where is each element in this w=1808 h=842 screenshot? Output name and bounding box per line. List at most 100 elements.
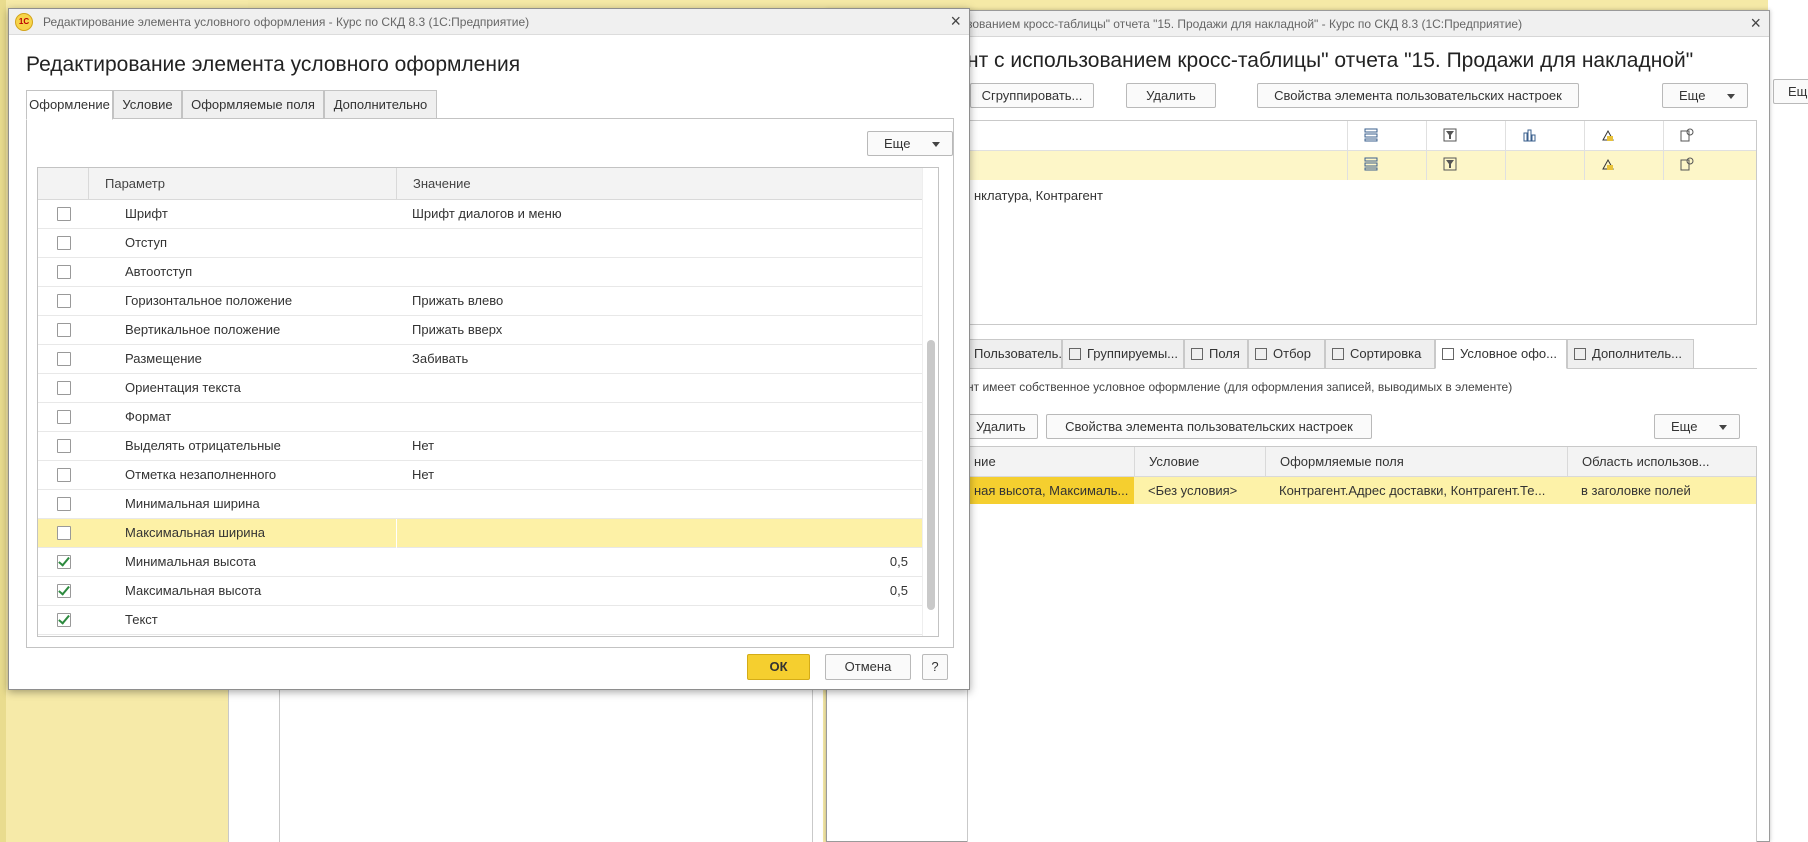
- grouping-icon: [1364, 157, 1378, 171]
- group-button[interactable]: Сгруппировать...: [970, 83, 1094, 108]
- right-more-button[interactable]: Ещ: [1773, 79, 1808, 104]
- checkbox[interactable]: [57, 410, 71, 424]
- checkbox[interactable]: [57, 497, 71, 511]
- ok-button[interactable]: ОК: [747, 654, 810, 680]
- parameter-numeric-value[interactable]: 0,5: [890, 548, 908, 576]
- table-cell: Контрагент.Адрес доставки, Контрагент.Те…: [1279, 483, 1546, 498]
- tab-filter[interactable]: Отбор: [1248, 339, 1325, 369]
- table-cell: ная высота, Максималь...: [968, 477, 1134, 504]
- parameter-value[interactable]: Прижать вверх: [412, 316, 502, 344]
- parameter-value[interactable]: Шрифт диалогов и меню: [412, 200, 562, 228]
- tab-user-settings[interactable]: Пользователь...: [967, 339, 1062, 369]
- table-row[interactable]: ная высота, Максималь... <Без условия> К…: [968, 477, 1756, 504]
- column-header-value: Значение: [396, 168, 924, 200]
- tab-sorting[interactable]: Сортировка: [1325, 339, 1435, 369]
- checkbox[interactable]: [57, 439, 71, 453]
- filter-icon: [1443, 157, 1457, 171]
- checkbox-checked[interactable]: [57, 554, 71, 569]
- table-row[interactable]: Отметка незаполненного Нет: [38, 461, 924, 490]
- dialog-heading: Редактирование элемента условного оформл…: [26, 53, 521, 76]
- more-button[interactable]: Еще: [1662, 83, 1748, 108]
- cancel-button[interactable]: Отмена: [825, 654, 911, 680]
- settings-tabs: Пользователь... Группируемы... Поля Отбо…: [967, 339, 1757, 369]
- checkbox[interactable]: [57, 323, 71, 337]
- tab-groupings[interactable]: Группируемы...: [1062, 339, 1184, 369]
- more-button-2[interactable]: Еще: [1654, 414, 1740, 439]
- tab-conditional-format[interactable]: Условное офо...: [1435, 339, 1567, 369]
- tab-condition[interactable]: Условие: [113, 90, 182, 119]
- more-button[interactable]: Еще: [867, 131, 953, 156]
- table-row[interactable]: Автоотступ: [38, 258, 924, 287]
- more-label: Еще: [1671, 419, 1698, 434]
- table-row[interactable]: Текст: [38, 606, 924, 635]
- table-row[interactable]: Горизонтальное положение Прижать влево: [38, 287, 924, 316]
- close-icon[interactable]: ×: [1750, 13, 1761, 34]
- tab-fields[interactable]: Поля: [1184, 339, 1248, 369]
- table-row[interactable]: Минимальная ширина: [38, 490, 924, 519]
- chevron-down-icon: [1719, 425, 1727, 430]
- conditional-format-icon: [1602, 129, 1614, 141]
- parameter-value[interactable]: Нет: [412, 432, 434, 460]
- checkbox[interactable]: [57, 381, 71, 395]
- parameter-value[interactable]: Забивать: [412, 345, 468, 373]
- tab-formatted-fields[interactable]: Оформляемые поля: [182, 90, 324, 119]
- parameter-name: Формат: [125, 409, 172, 424]
- checkbox[interactable]: [57, 352, 71, 366]
- table-row[interactable]: Размещение Забивать: [38, 345, 924, 374]
- table-row[interactable]: Вертикальное положение Прижать вверх: [38, 316, 924, 345]
- table-row[interactable]: Максимальная ширина: [38, 519, 924, 548]
- user-settings-properties-button-2[interactable]: Свойства элемента пользовательских настр…: [1046, 414, 1372, 439]
- sort-icon: [1332, 348, 1344, 360]
- checkbox[interactable]: [57, 207, 71, 221]
- parameter-name: Вертикальное положение: [125, 322, 281, 337]
- close-icon[interactable]: ×: [950, 11, 961, 32]
- checkbox[interactable]: [57, 526, 71, 540]
- parameter-name: Выделять отрицательные: [125, 438, 281, 453]
- checkbox[interactable]: [57, 265, 71, 279]
- help-button[interactable]: ?: [922, 654, 948, 680]
- grid-icon-column: [1584, 121, 1663, 180]
- tab-appearance[interactable]: Оформление: [26, 90, 113, 120]
- scrollbar-thumb[interactable]: [927, 340, 935, 610]
- column-header: Область использов...: [1567, 447, 1758, 477]
- checkbox-checked[interactable]: [57, 612, 71, 627]
- grid-icon-column: [1426, 121, 1505, 180]
- parameter-value[interactable]: Нет: [412, 461, 434, 489]
- column-header-parameter: Параметр: [88, 168, 396, 200]
- parameter-name: Отметка незаполненного: [125, 467, 277, 482]
- vertical-scrollbar[interactable]: [922, 168, 938, 636]
- edit-conditional-format-dialog: 1С Редактирование элемента условного офо…: [8, 8, 970, 690]
- checkbox[interactable]: [57, 294, 71, 308]
- checkbox-checked[interactable]: [57, 583, 71, 598]
- tab-additional[interactable]: Дополнитель...: [1567, 339, 1694, 369]
- checkbox[interactable]: [57, 468, 71, 482]
- delete-button[interactable]: Удалить: [1126, 83, 1216, 108]
- parameters-table[interactable]: Параметр Значение Шрифт Шрифт диалогов и …: [37, 167, 939, 637]
- column-header: Оформляемые поля: [1265, 447, 1567, 477]
- table-row[interactable]: Максимальная высота 0,5: [38, 577, 924, 606]
- table-row[interactable]: Шрифт Шрифт диалогов и меню: [38, 200, 924, 229]
- table-row[interactable]: Ориентация текста: [38, 374, 924, 403]
- parameter-name: Минимальная ширина: [125, 496, 260, 511]
- settings-structure-grid[interactable]: нклатура, Контрагент: [967, 120, 1757, 325]
- table-row[interactable]: Формат: [38, 403, 924, 432]
- table-header: Параметр Значение: [38, 168, 924, 200]
- conditional-format-grid[interactable]: ние Условие Оформляемые поля Область исп…: [967, 446, 1757, 842]
- table-row[interactable]: Выделять отрицательные Нет: [38, 432, 924, 461]
- conditional-format-icon: [1442, 348, 1454, 360]
- tab-additional[interactable]: Дополнительно: [324, 90, 437, 119]
- table-body: Шрифт Шрифт диалогов и меню Отступ Автоотст…: [38, 200, 924, 635]
- column-header: Условие: [1134, 447, 1265, 477]
- delete-button-2[interactable]: Удалить: [967, 414, 1038, 439]
- table-row[interactable]: Минимальная высота 0,5: [38, 548, 924, 577]
- user-settings-properties-button[interactable]: Свойства элемента пользовательских настр…: [1257, 83, 1579, 108]
- parameter-numeric-value[interactable]: 0,5: [890, 577, 908, 605]
- table-row[interactable]: Отступ: [38, 229, 924, 258]
- tab-label: Отбор: [1273, 346, 1311, 361]
- conditional-format-icon: [1602, 158, 1614, 170]
- more-label: Еще: [1679, 88, 1706, 103]
- parameter-name: Автоотступ: [125, 264, 193, 279]
- parameter-value[interactable]: Прижать влево: [412, 287, 503, 315]
- chart-icon: [1523, 129, 1536, 142]
- checkbox[interactable]: [57, 236, 71, 250]
